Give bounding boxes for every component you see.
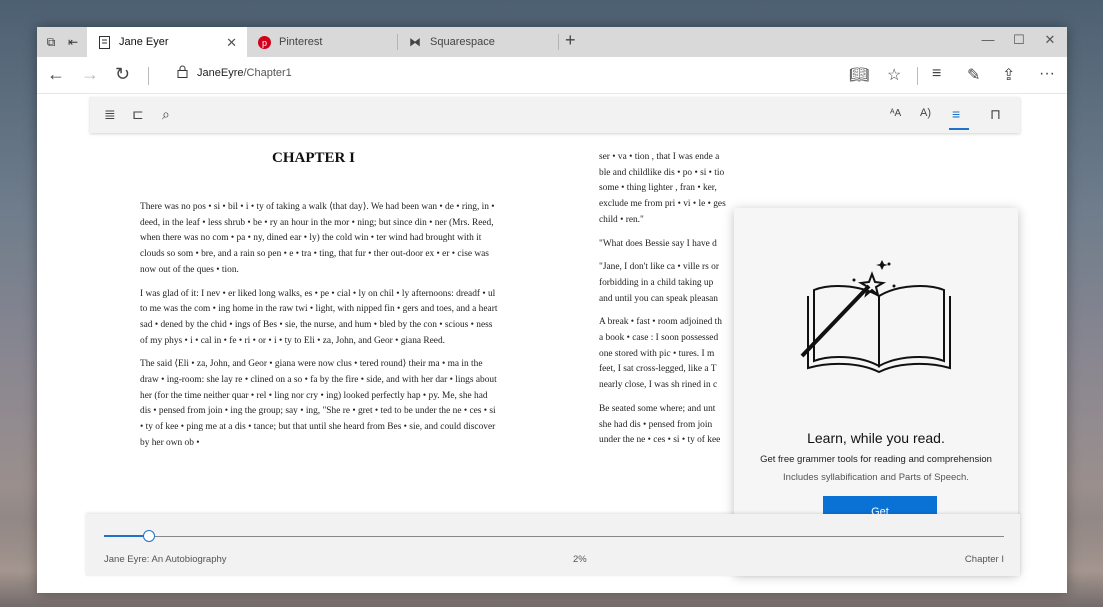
- tab-pinterest[interactable]: p Pinterest: [247, 27, 397, 57]
- divider: [917, 67, 918, 85]
- book-line: "Jane, I don't like ca • ville rs or: [599, 262, 719, 273]
- tab-jane-eyer[interactable]: Jane Eyer ✕: [87, 27, 247, 57]
- popup-subtitle: Get free grammer tools for reading and c…: [760, 454, 992, 465]
- web-note-pen-icon[interactable]: ✎: [967, 65, 980, 85]
- forward-icon[interactable]: →: [81, 64, 99, 85]
- book-line: Be seated some where; and unt: [599, 403, 716, 414]
- lock-icon: [177, 65, 188, 83]
- learning-tools-icon[interactable]: ≡: [952, 106, 960, 122]
- tab-bar: ⧉ ⇤ Jane Eyer ✕ p Pinterest ⧓ Squarespac…: [37, 27, 1067, 57]
- progress-slider-thumb[interactable]: [143, 530, 155, 542]
- set-aside-tabs-icon[interactable]: ⇤: [63, 32, 83, 52]
- svg-text:p: p: [261, 38, 266, 48]
- book-title: Jane Eyre: An Autobiography: [104, 554, 227, 565]
- hub-icon[interactable]: ≡: [932, 65, 941, 83]
- popup-title: Learn, while you read.: [807, 430, 945, 446]
- right-book-page: ser • va • tion , that I was ende a ble a…: [599, 150, 734, 449]
- book-line: [599, 307, 734, 315]
- book-paragraph: I was glad of it: I nev • er liked long …: [140, 288, 498, 346]
- reading-view-icon[interactable]: 📖︎: [849, 65, 869, 85]
- pinterest-icon: p: [257, 35, 271, 49]
- book-line: child • ren.": [599, 214, 644, 225]
- squarespace-icon: ⧓: [409, 35, 421, 49]
- close-tab-icon[interactable]: ✕: [226, 35, 237, 51]
- address-bar-row: ← → ↻ JaneEyre/Chapter1 📖︎ ☆ ≡ ✎ ⇪ ···: [37, 57, 1067, 94]
- book-line: some • thing lighter , fran • ker,: [599, 183, 717, 194]
- book-line: a book • case : I soon possessed: [599, 333, 719, 344]
- open-book-magic-wand-icon: [794, 256, 964, 391]
- url-host: JaneEyre: [197, 67, 244, 79]
- bookmarks-list-icon[interactable]: ⊏: [132, 106, 144, 123]
- left-book-page: There was no pos • si • bil • i • ty of …: [140, 200, 500, 460]
- tab-divider: [558, 34, 559, 50]
- table-of-contents-icon[interactable]: ≣: [104, 106, 116, 123]
- book-line: exclude me from pri • vi • le • ges: [599, 199, 726, 210]
- book-line: nearly close, I was sh rined in c: [599, 380, 718, 391]
- progress-track: [104, 536, 1004, 537]
- read-aloud-icon[interactable]: A): [920, 107, 931, 119]
- reader-toolbar: ≣ ⊏ ⌕ ᴬA A) ≡ ⊓: [90, 97, 1020, 133]
- book-line: [599, 252, 734, 260]
- book-line: [599, 394, 734, 402]
- add-bookmark-icon[interactable]: ⊓: [990, 106, 1001, 123]
- book-line: she had dis • pensed from join: [599, 419, 713, 430]
- close-window-icon[interactable]: ✕: [1035, 32, 1065, 48]
- book-paragraph: There was no pos • si • bil • i • ty of …: [140, 202, 495, 275]
- popup-detail: Includes syllabification and Parts of Sp…: [783, 472, 969, 483]
- tab-preview-icon[interactable]: ⧉: [41, 32, 61, 52]
- tab-squarespace[interactable]: ⧓ Squarespace: [398, 27, 558, 57]
- tab-title: Pinterest: [279, 36, 323, 48]
- book-line: ble and childlike dis • po • si • tio: [599, 167, 725, 178]
- tab-title: Squarespace: [430, 36, 495, 48]
- book-line: one stored with pic • tures. I m: [599, 348, 715, 359]
- favorite-star-icon[interactable]: ☆: [887, 65, 901, 85]
- url-path: /Chapter1: [243, 67, 292, 79]
- book-line: forbidding in a child taking up: [599, 277, 714, 288]
- new-tab-icon[interactable]: +: [565, 30, 576, 51]
- minimize-icon[interactable]: —: [973, 32, 1003, 47]
- book-line: [599, 229, 734, 237]
- book-line: feet, I sat cross-legged, like a T: [599, 364, 717, 375]
- back-icon[interactable]: ←: [47, 64, 65, 85]
- book-line: ser • va • tion , that I was ende a: [599, 152, 720, 162]
- book-paragraph: The said ⟨Eli • za, John, and Geor • gia…: [140, 359, 497, 448]
- more-options-icon[interactable]: ···: [1039, 65, 1055, 83]
- maximize-icon[interactable]: ☐: [1004, 32, 1034, 48]
- refresh-icon[interactable]: ↻: [115, 64, 130, 85]
- url-field[interactable]: JaneEyre/Chapter1: [197, 67, 292, 79]
- text-options-icon[interactable]: ᴬA: [890, 108, 901, 119]
- progress-percent: 2%: [573, 554, 587, 565]
- browser-window: ⧉ ⇤ Jane Eyer ✕ p Pinterest ⧓ Squarespac…: [37, 27, 1067, 593]
- reading-progress-panel: Jane Eyre: An Autobiography 2% Chapter I: [86, 514, 1020, 576]
- reader-view: ≣ ⊏ ⌕ ᴬA A) ≡ ⊓ CHAPTER I There was no p…: [37, 94, 1067, 593]
- book-line: and until you can speak pleasan: [599, 293, 718, 304]
- chapter-indicator: Chapter I: [964, 554, 1004, 565]
- book-line: "What does Bessie say I have d: [599, 238, 717, 249]
- book-line: under the ne • ces • si • ty of kee: [599, 435, 721, 446]
- tab-title: Jane Eyer: [119, 36, 169, 48]
- search-icon[interactable]: ⌕: [162, 106, 170, 123]
- share-icon[interactable]: ⇪: [1002, 65, 1015, 85]
- active-tool-indicator: [949, 128, 969, 130]
- document-icon: [97, 35, 111, 49]
- divider: [148, 67, 149, 85]
- chapter-heading: CHAPTER I: [272, 150, 355, 166]
- book-line: A break • fast • room adjoined th: [599, 317, 722, 328]
